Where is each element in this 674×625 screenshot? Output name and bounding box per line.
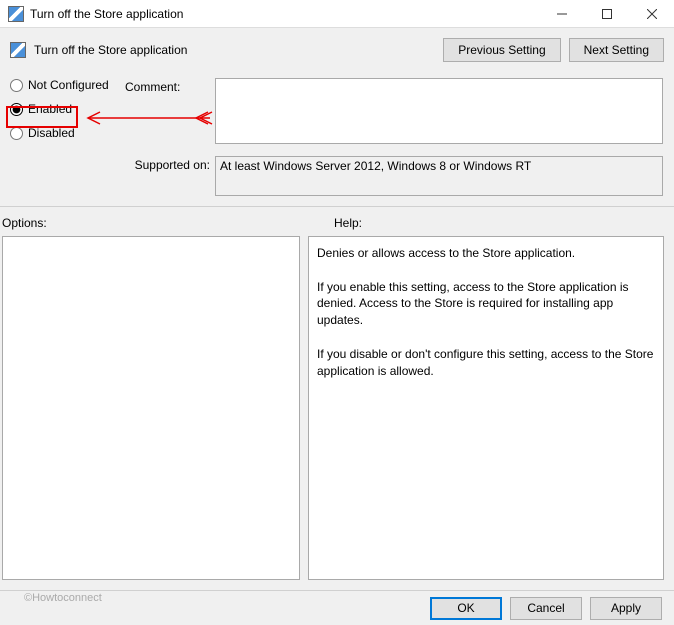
header-row: Turn off the Store application Previous … bbox=[10, 38, 664, 62]
window-icon bbox=[8, 6, 24, 22]
titlebar: Turn off the Store application bbox=[0, 0, 674, 28]
radio-not-configured-label: Not Configured bbox=[28, 78, 109, 92]
apply-button[interactable]: Apply bbox=[590, 597, 662, 620]
radio-enabled[interactable]: Enabled bbox=[10, 102, 109, 116]
previous-setting-button[interactable]: Previous Setting bbox=[443, 38, 560, 62]
nav-buttons: Previous Setting Next Setting bbox=[443, 38, 664, 62]
policy-title: Turn off the Store application bbox=[34, 43, 435, 57]
supported-text: At least Windows Server 2012, Windows 8 … bbox=[220, 159, 531, 173]
help-panel: Denies or allows access to the Store app… bbox=[308, 236, 664, 580]
minimize-button[interactable] bbox=[539, 0, 584, 28]
comment-label: Comment: bbox=[125, 80, 180, 94]
policy-icon bbox=[10, 42, 26, 58]
state-radios: Not Configured Enabled Disabled bbox=[10, 78, 109, 140]
maximize-button[interactable] bbox=[584, 0, 629, 28]
content-area: Turn off the Store application Previous … bbox=[0, 28, 674, 590]
radio-enabled-input[interactable] bbox=[10, 103, 23, 116]
help-label: Help: bbox=[334, 216, 362, 230]
radio-not-configured-input[interactable] bbox=[10, 79, 23, 92]
help-text: Denies or allows access to the Store app… bbox=[317, 246, 657, 378]
options-label: Options: bbox=[2, 216, 47, 230]
comment-textarea[interactable] bbox=[215, 78, 663, 144]
radio-disabled[interactable]: Disabled bbox=[10, 126, 109, 140]
close-button[interactable] bbox=[629, 0, 674, 28]
ok-button[interactable]: OK bbox=[430, 597, 502, 620]
radio-disabled-label: Disabled bbox=[28, 126, 75, 140]
radio-disabled-input[interactable] bbox=[10, 127, 23, 140]
cancel-button[interactable]: Cancel bbox=[510, 597, 582, 620]
supported-label: Supported on: bbox=[125, 158, 210, 172]
window-title: Turn off the Store application bbox=[30, 7, 539, 21]
supported-textbox: At least Windows Server 2012, Windows 8 … bbox=[215, 156, 663, 196]
watermark: ©Howtoconnect bbox=[24, 592, 102, 604]
divider bbox=[0, 206, 674, 207]
next-setting-button[interactable]: Next Setting bbox=[569, 38, 664, 62]
options-panel bbox=[2, 236, 300, 580]
window-controls bbox=[539, 0, 674, 28]
radio-not-configured[interactable]: Not Configured bbox=[10, 78, 109, 92]
radio-enabled-label: Enabled bbox=[28, 102, 72, 116]
